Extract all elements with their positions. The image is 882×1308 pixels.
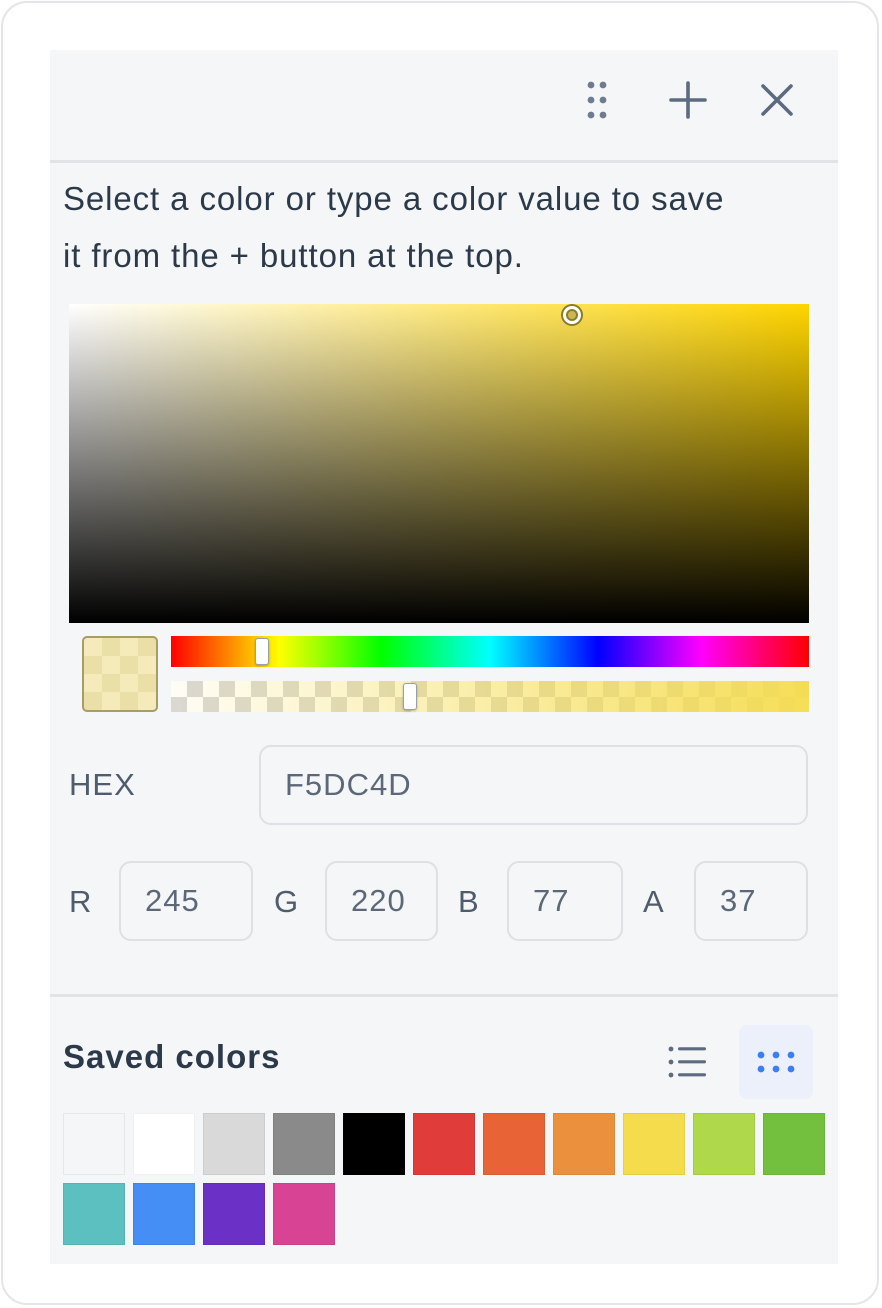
saved-color-swatch[interactable] <box>693 1113 755 1175</box>
hex-label: HEX <box>69 767 136 802</box>
drag-handle-icon[interactable] <box>573 76 621 124</box>
hex-input[interactable] <box>259 745 808 825</box>
saved-color-swatch[interactable] <box>623 1113 685 1175</box>
saved-color-swatch[interactable] <box>273 1183 335 1245</box>
g-input[interactable] <box>325 861 438 941</box>
saved-colors-title: Saved colors <box>63 1038 281 1075</box>
list-view-button[interactable] <box>651 1025 725 1099</box>
instruction-line-2: it from the + button at the top. <box>63 237 524 274</box>
saved-color-swatch[interactable] <box>203 1113 265 1175</box>
b-label: B <box>458 884 480 919</box>
list-view-icon <box>668 1046 706 1078</box>
instruction-text: Select a color or type a color value to … <box>63 170 833 284</box>
b-input[interactable] <box>507 861 623 941</box>
saved-color-swatch[interactable] <box>763 1113 825 1175</box>
color-preview-swatch <box>82 636 158 712</box>
plus-icon[interactable] <box>664 76 712 124</box>
close-icon[interactable] <box>753 76 801 124</box>
instruction-line-1: Select a color or type a color value to … <box>63 180 725 217</box>
saved-color-swatch[interactable] <box>63 1183 125 1245</box>
toolbar <box>50 50 838 162</box>
hue-slider-thumb[interactable] <box>255 638 269 665</box>
a-input[interactable] <box>694 861 808 941</box>
saturation-value-cursor[interactable] <box>563 306 581 324</box>
alpha-slider-thumb[interactable] <box>403 683 417 710</box>
saved-color-swatch[interactable] <box>413 1113 475 1175</box>
r-input[interactable] <box>119 861 253 941</box>
saved-color-swatch[interactable] <box>343 1113 405 1175</box>
saved-color-swatch[interactable] <box>133 1113 195 1175</box>
hue-slider[interactable] <box>171 636 809 667</box>
saved-color-swatch[interactable] <box>203 1183 265 1245</box>
alpha-slider[interactable] <box>171 681 809 712</box>
saturation-value-area[interactable] <box>69 304 809 623</box>
saved-color-swatch[interactable] <box>63 1113 125 1175</box>
r-label: R <box>69 884 93 919</box>
g-label: G <box>274 884 300 919</box>
grid-view-icon <box>757 1051 795 1073</box>
toolbar-divider <box>50 160 838 163</box>
grid-view-button[interactable] <box>739 1025 813 1099</box>
saved-color-swatch[interactable] <box>133 1183 195 1245</box>
a-label: A <box>643 884 665 919</box>
color-picker-panel: Select a color or type a color value to … <box>50 50 838 1264</box>
saved-divider <box>50 994 838 997</box>
saved-color-swatch[interactable] <box>483 1113 545 1175</box>
saved-color-swatch[interactable] <box>553 1113 615 1175</box>
saved-color-swatch[interactable] <box>273 1113 335 1175</box>
color-picker-frame: Select a color or type a color value to … <box>1 1 879 1305</box>
